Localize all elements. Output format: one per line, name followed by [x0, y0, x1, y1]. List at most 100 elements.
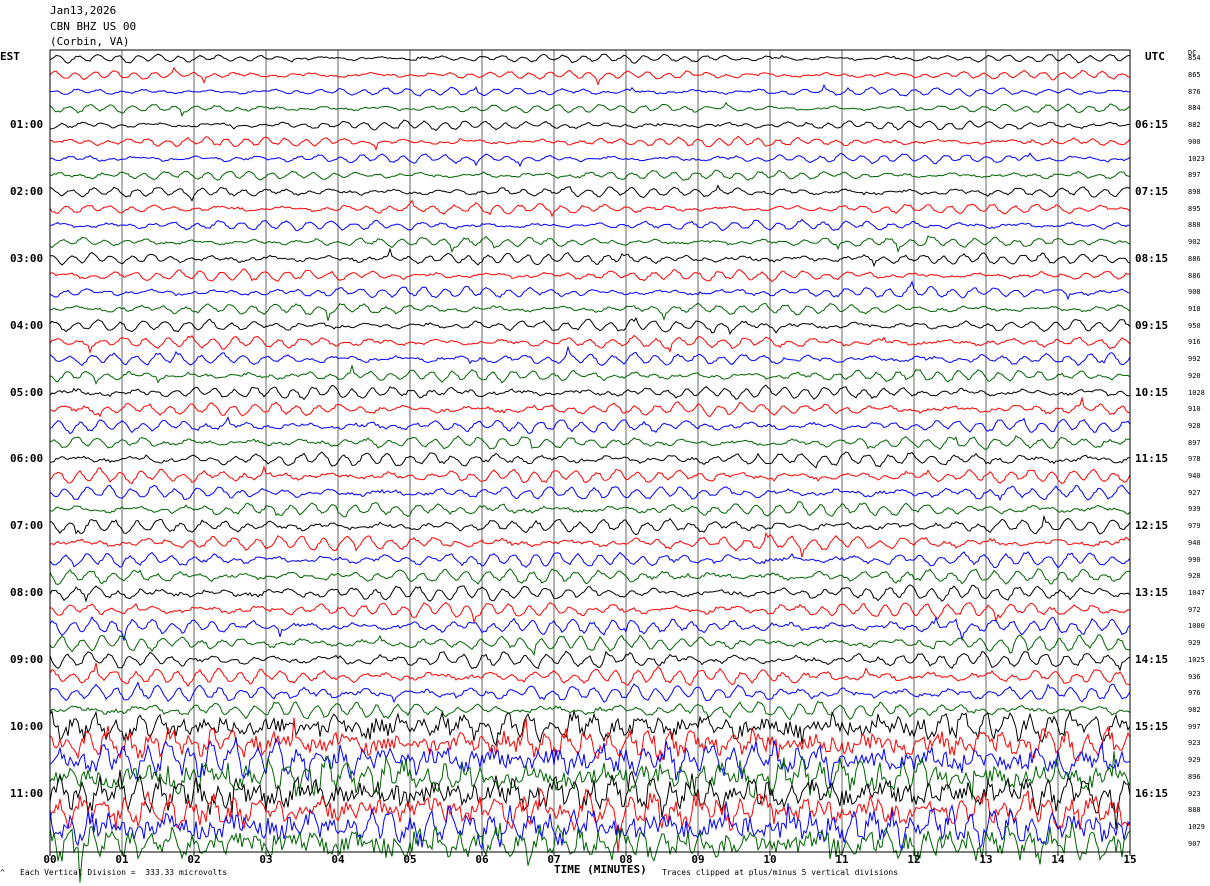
plot-frame	[49, 49, 1131, 853]
x-tick-label: 12	[907, 853, 921, 866]
dc-offset-label: 865	[1188, 71, 1201, 80]
right-hour-label: 09:15	[1135, 318, 1169, 332]
dc-offset-label: 972	[1188, 605, 1201, 614]
dc-offset-label: 939	[1188, 505, 1201, 514]
trace-7	[49, 169, 1131, 181]
trace-28	[49, 514, 1131, 536]
dc-offset-label: 918	[1188, 304, 1201, 313]
trace-3	[49, 101, 1131, 118]
trace-14	[49, 280, 1131, 301]
x-tick-label: 11	[835, 853, 849, 866]
dc-offset-label: 1023	[1188, 154, 1205, 163]
trace-11	[49, 235, 1131, 254]
dc-offset-label: 940	[1188, 472, 1201, 481]
trace-10	[50, 218, 1131, 232]
dc-offset-label: 907	[1188, 839, 1201, 848]
dc-offset-label: 908	[1188, 288, 1201, 297]
x-tick-label: 02	[187, 853, 201, 866]
trace-2	[49, 83, 1131, 97]
trace-5	[49, 135, 1131, 151]
dc-offset-label: 1000	[1188, 622, 1205, 631]
dc-offset-label: 886	[1188, 271, 1201, 280]
trace-29	[49, 531, 1131, 558]
left-hour-label: 01:00	[10, 118, 44, 132]
dc-offset-label: 910	[1188, 405, 1201, 414]
dc-offset-label: 1047	[1188, 589, 1205, 598]
dc-offset-label: 950	[1188, 321, 1201, 330]
dc-offset-label: 854	[1188, 54, 1201, 63]
trace-13	[49, 268, 1131, 283]
dc-offset-label: 923	[1188, 789, 1201, 798]
dc-offset-label: 916	[1188, 338, 1201, 347]
dc-offset-label: 997	[1188, 722, 1201, 731]
right-hour-label: 12:15	[1135, 519, 1169, 533]
dc-offset-label: 978	[1188, 455, 1201, 464]
dc-offset-label: 1025	[1188, 655, 1205, 664]
helicorder-plot	[49, 49, 1131, 883]
right-hour-label: 10:15	[1135, 385, 1169, 399]
trace-22	[49, 416, 1131, 435]
trace-32	[49, 584, 1131, 603]
left-hour-label: 05:00	[10, 385, 44, 399]
dc-offset-label: 940	[1188, 538, 1201, 547]
x-tick-label: 00	[43, 853, 57, 866]
seismic-traces	[49, 53, 1131, 883]
trace-36	[49, 650, 1131, 672]
trace-40	[49, 709, 1131, 747]
dc-offset-label: 976	[1188, 689, 1201, 698]
dc-offset-label: 876	[1188, 87, 1201, 96]
x-tick-label: 03	[259, 853, 273, 866]
footer-scale-text: Each Vertical Division = 333.33 microvol…	[20, 868, 228, 877]
dc-offset-label: 897	[1188, 171, 1201, 180]
dc-offset-label: 992	[1188, 355, 1201, 364]
right-hour-label: 14:15	[1135, 652, 1169, 666]
trace-43	[49, 751, 1131, 800]
trace-16	[49, 316, 1131, 336]
left-hour-label: 09:00	[10, 652, 44, 666]
right-hour-label: 11:15	[1135, 452, 1169, 466]
dc-offset-label: 990	[1188, 555, 1201, 564]
trace-21	[49, 396, 1131, 418]
trace-31	[49, 568, 1131, 585]
trace-19	[49, 365, 1131, 385]
left-hour-label: 11:00	[10, 786, 44, 800]
trace-15	[49, 302, 1131, 321]
right-hour-label: 07:15	[1135, 185, 1169, 199]
trace-25	[49, 465, 1131, 485]
trace-37	[49, 662, 1131, 688]
trace-9	[49, 199, 1131, 218]
dc-offset-label: 982	[1188, 705, 1201, 714]
left-hour-label: 06:00	[10, 452, 44, 466]
footer-clip-text: Traces clipped at plus/minus 5 vertical …	[662, 868, 899, 877]
trace-24	[49, 451, 1130, 469]
dc-offset-label: 928	[1188, 572, 1201, 581]
left-hour-label: 08:00	[10, 586, 44, 600]
trace-39	[49, 700, 1131, 721]
x-tick-label: 10	[763, 853, 777, 866]
dc-offset-label: 898	[1188, 188, 1201, 197]
dc-offset-label: 979	[1188, 522, 1201, 531]
dc-offset-label: 936	[1188, 672, 1201, 681]
left-hour-label: 04:00	[10, 318, 44, 332]
trace-23	[49, 434, 1131, 451]
dc-offset-label: 1029	[1188, 822, 1205, 831]
trace-38	[49, 681, 1131, 704]
trace-34	[49, 615, 1131, 642]
dc-offset-label: 929	[1188, 639, 1201, 648]
right-hour-label: 16:15	[1135, 786, 1169, 800]
trace-12	[49, 247, 1131, 268]
right-hour-label: 08:15	[1135, 251, 1169, 265]
trace-0	[49, 53, 1131, 64]
right-hour-label: 06:15	[1135, 118, 1169, 132]
dc-offset-label: 928	[1188, 421, 1201, 430]
dc-offset-label: 886	[1188, 254, 1201, 263]
right-hour-label: 13:15	[1135, 586, 1169, 600]
x-tick-label: 09	[691, 853, 705, 866]
trace-18	[49, 345, 1131, 367]
dc-offset-label: 1028	[1188, 388, 1205, 397]
trace-1	[49, 66, 1131, 86]
left-hour-label: 10:00	[10, 719, 44, 733]
left-hour-label: 02:00	[10, 185, 44, 199]
trace-26	[49, 484, 1131, 502]
left-hour-label: 07:00	[10, 519, 44, 533]
